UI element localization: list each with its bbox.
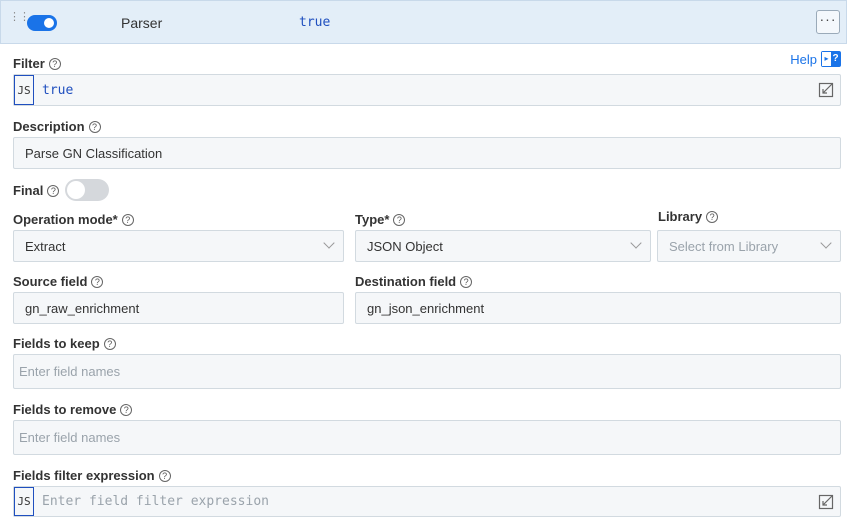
- operation-mode-value: Extract: [25, 238, 66, 254]
- chevron-down-icon: [323, 237, 335, 249]
- library-placeholder: Select from Library: [669, 238, 779, 254]
- question-circle-icon[interactable]: ?: [103, 337, 116, 350]
- question-circle-icon[interactable]: ?: [91, 275, 104, 288]
- chevron-down-icon: [820, 237, 832, 249]
- chevron-down-icon: [630, 237, 642, 249]
- description-input[interactable]: Parse GN Classification: [13, 137, 841, 169]
- filter-label-text: Filter: [13, 56, 45, 71]
- expand-editor-icon[interactable]: [818, 494, 834, 510]
- type-value: JSON Object: [367, 238, 443, 254]
- help-link[interactable]: Help ▸?: [790, 51, 841, 67]
- source-field-label: Source field ?: [13, 274, 104, 289]
- question-circle-icon[interactable]: ?: [47, 184, 60, 197]
- question-circle-icon[interactable]: ?: [120, 403, 133, 416]
- fields-to-remove-label: Fields to remove ?: [13, 402, 133, 417]
- drag-handle-icon[interactable]: ⋮⋮: [9, 12, 30, 31]
- source-field-input[interactable]: gn_raw_enrichment: [13, 292, 344, 324]
- type-select[interactable]: JSON Object: [355, 230, 651, 262]
- source-field-label-text: Source field: [13, 274, 88, 289]
- fields-to-remove-label-text: Fields to remove: [13, 402, 117, 417]
- filter-label: Filter ?: [13, 56, 61, 71]
- question-circle-icon[interactable]: ?: [460, 275, 473, 288]
- fields-filter-expression-label-text: Fields filter expression: [13, 468, 155, 483]
- description-label: Description ?: [13, 119, 101, 134]
- type-label-text: Type*: [355, 212, 390, 227]
- final-label: Final ?: [13, 183, 60, 198]
- fields-to-keep-label: Fields to keep ?: [13, 336, 116, 351]
- filter-expression-input[interactable]: JS true: [13, 74, 841, 106]
- fields-filter-expression-input[interactable]: JS Enter field filter expression: [13, 486, 841, 517]
- question-circle-icon[interactable]: ?: [88, 120, 101, 133]
- enable-toggle[interactable]: [27, 15, 57, 31]
- help-label: Help: [790, 51, 817, 67]
- function-name: Parser: [121, 15, 163, 31]
- type-label: Type* ?: [355, 212, 406, 227]
- fields-to-keep-label-text: Fields to keep: [13, 336, 100, 351]
- js-tag: JS: [14, 487, 34, 516]
- help-icon: ▸?: [821, 51, 841, 67]
- more-options-button[interactable]: ···: [816, 10, 840, 34]
- final-label-text: Final: [13, 183, 44, 198]
- description-label-text: Description: [13, 119, 85, 134]
- library-select[interactable]: Select from Library: [657, 230, 841, 262]
- question-circle-icon[interactable]: ?: [706, 210, 719, 223]
- operation-mode-label-text: Operation mode*: [13, 212, 118, 227]
- question-circle-icon[interactable]: ?: [158, 469, 171, 482]
- filter-value: true: [42, 82, 74, 98]
- fields-to-remove-input[interactable]: Enter field names: [13, 420, 841, 455]
- expand-editor-icon[interactable]: [818, 82, 834, 98]
- header-filter-value: true: [299, 15, 331, 30]
- question-circle-icon[interactable]: ?: [393, 213, 406, 226]
- library-label-text: Library: [658, 209, 703, 224]
- operation-mode-select[interactable]: Extract: [13, 230, 344, 262]
- fields-filter-expression-placeholder: Enter field filter expression: [42, 494, 269, 509]
- fields-to-keep-input[interactable]: Enter field names: [13, 354, 841, 389]
- operation-mode-label: Operation mode* ?: [13, 212, 134, 227]
- question-circle-icon[interactable]: ?: [121, 213, 134, 226]
- question-circle-icon[interactable]: ?: [48, 57, 61, 70]
- final-toggle[interactable]: [65, 179, 109, 201]
- js-tag: JS: [14, 75, 34, 105]
- destination-field-label: Destination field ?: [355, 274, 473, 289]
- library-label: Library ?: [658, 209, 719, 224]
- destination-field-label-text: Destination field: [355, 274, 457, 289]
- fields-filter-expression-label: Fields filter expression ?: [13, 468, 171, 483]
- function-header[interactable]: ⋮⋮ Parser true ···: [0, 0, 847, 44]
- destination-field-input[interactable]: gn_json_enrichment: [355, 292, 841, 324]
